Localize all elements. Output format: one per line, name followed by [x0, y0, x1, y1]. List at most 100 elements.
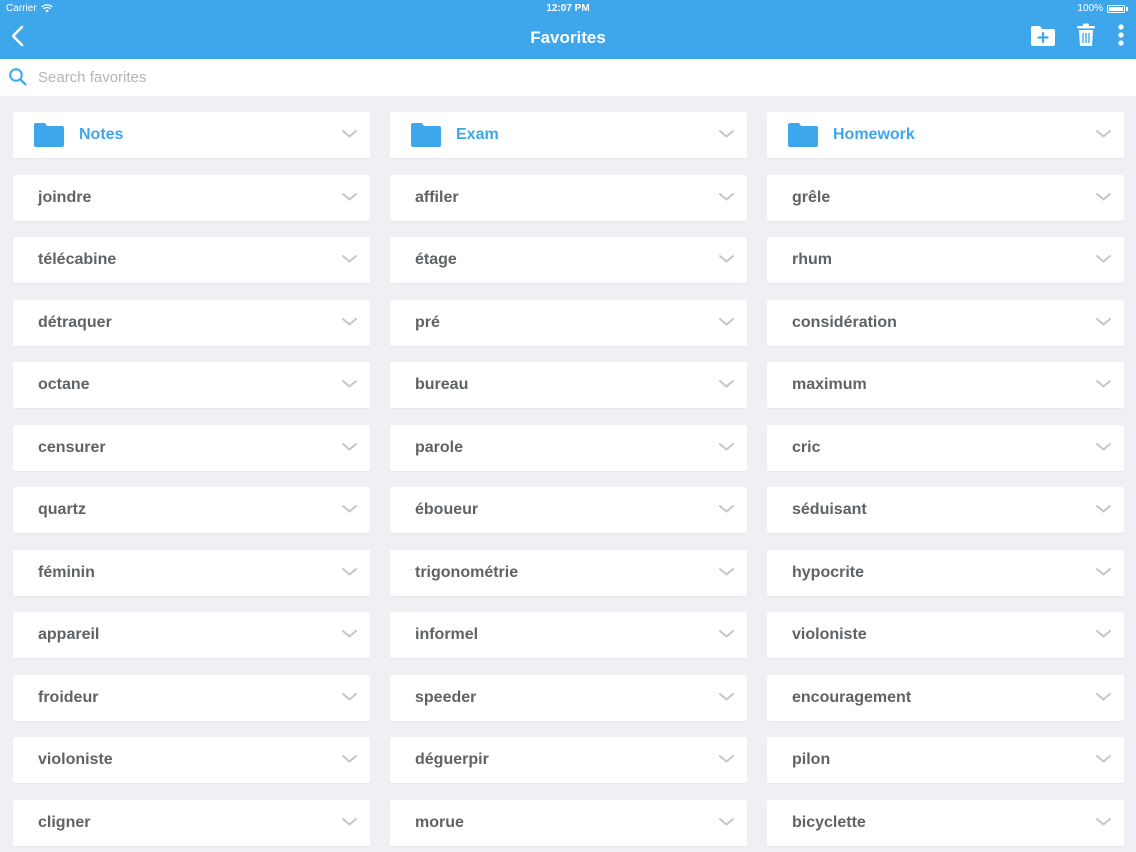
folder-exam[interactable]: Exam: [390, 112, 747, 158]
word-card[interactable]: bicyclette: [767, 799, 1124, 846]
chevron-down-icon[interactable]: [1096, 692, 1111, 702]
chevron-down-icon[interactable]: [342, 504, 357, 514]
word-label: censurer: [38, 438, 106, 456]
word-card[interactable]: froideur: [13, 674, 370, 721]
word-card[interactable]: rhum: [767, 237, 1124, 283]
chevron-down-icon[interactable]: [1096, 442, 1111, 452]
word-card[interactable]: séduisant: [767, 487, 1124, 533]
chevron-down-icon[interactable]: [719, 317, 734, 327]
word-card[interactable]: parole: [390, 424, 747, 471]
folder-homework[interactable]: Homework: [767, 112, 1124, 158]
chevron-down-icon[interactable]: [342, 317, 357, 327]
chevron-down-icon[interactable]: [719, 254, 734, 264]
word-label: cligner: [38, 813, 91, 831]
chevron-down-icon[interactable]: [719, 817, 734, 827]
search-icon: [9, 68, 27, 86]
chevron-down-icon[interactable]: [342, 567, 357, 577]
word-label: pré: [415, 313, 440, 331]
folder-label: Notes: [79, 126, 124, 143]
chevron-down-icon[interactable]: [342, 817, 357, 827]
word-card[interactable]: éboueur: [390, 487, 747, 533]
word-card[interactable]: grêle: [767, 174, 1124, 221]
word-card[interactable]: hypocrite: [767, 549, 1124, 596]
word-label: informel: [415, 626, 479, 643]
word-label: télécabine: [38, 251, 117, 268]
word-card[interactable]: informel: [390, 612, 747, 658]
folder-icon: [788, 123, 818, 147]
chevron-down-icon[interactable]: [342, 192, 357, 202]
word-card[interactable]: speeder: [390, 674, 747, 721]
chevron-down-icon[interactable]: [1096, 192, 1111, 202]
word-label: rhum: [792, 251, 832, 268]
more-options-button[interactable]: [1116, 24, 1126, 46]
word-card[interactable]: quartz: [13, 487, 370, 533]
chevron-down-icon[interactable]: [342, 129, 357, 139]
word-label: morue: [415, 813, 464, 831]
chevron-down-icon[interactable]: [719, 129, 734, 139]
chevron-down-icon[interactable]: [1096, 129, 1111, 139]
word-label: violoniste: [792, 626, 867, 643]
chevron-down-icon[interactable]: [342, 379, 357, 389]
word-label: froideur: [38, 688, 99, 706]
chevron-down-icon[interactable]: [719, 192, 734, 202]
word-card[interactable]: affiler: [390, 174, 747, 221]
chevron-down-icon[interactable]: [342, 442, 357, 452]
search-input[interactable]: [38, 65, 1118, 90]
chevron-down-icon[interactable]: [342, 754, 357, 764]
chevron-down-icon[interactable]: [1096, 567, 1111, 577]
word-card[interactable]: joindre: [13, 174, 370, 221]
folder-label: Exam: [456, 126, 499, 143]
word-card[interactable]: cligner: [13, 799, 370, 846]
word-label: bicyclette: [792, 813, 866, 831]
chevron-down-icon[interactable]: [719, 629, 734, 639]
chevron-down-icon[interactable]: [342, 692, 357, 702]
chevron-down-icon[interactable]: [1096, 317, 1111, 327]
word-label: joindre: [38, 188, 92, 206]
word-card[interactable]: violoniste: [767, 612, 1124, 658]
chevron-down-icon[interactable]: [342, 629, 357, 639]
word-label: violoniste: [38, 751, 113, 768]
word-label: trigonométrie: [415, 563, 519, 581]
chevron-down-icon[interactable]: [342, 254, 357, 264]
word-card[interactable]: morue: [390, 799, 747, 846]
word-card[interactable]: maximum: [767, 362, 1124, 408]
chevron-down-icon[interactable]: [1096, 754, 1111, 764]
chevron-down-icon[interactable]: [1096, 504, 1111, 514]
word-label: octane: [38, 376, 90, 393]
delete-button[interactable]: [1076, 23, 1096, 47]
word-card[interactable]: cric: [767, 424, 1124, 471]
word-label: maximum: [792, 376, 867, 393]
word-card[interactable]: appareil: [13, 612, 370, 658]
folder-notes[interactable]: Notes: [13, 112, 370, 158]
word-label: hypocrite: [792, 563, 865, 581]
word-card[interactable]: étage: [390, 237, 747, 283]
chevron-down-icon[interactable]: [1096, 254, 1111, 264]
word-card[interactable]: détraquer: [13, 299, 370, 346]
word-card[interactable]: trigonométrie: [390, 549, 747, 596]
word-card[interactable]: considération: [767, 299, 1124, 346]
chevron-down-icon[interactable]: [719, 442, 734, 452]
word-card[interactable]: bureau: [390, 362, 747, 408]
word-card[interactable]: pilon: [767, 737, 1124, 783]
chevron-down-icon[interactable]: [1096, 629, 1111, 639]
word-card[interactable]: violoniste: [13, 737, 370, 783]
word-label: encouragement: [792, 688, 912, 706]
word-card[interactable]: télécabine: [13, 237, 370, 283]
chevron-down-icon[interactable]: [719, 692, 734, 702]
word-card[interactable]: déguerpir: [390, 737, 747, 783]
word-card[interactable]: octane: [13, 362, 370, 408]
chevron-down-icon[interactable]: [719, 567, 734, 577]
add-folder-button[interactable]: [1030, 25, 1056, 47]
chevron-down-icon[interactable]: [719, 379, 734, 389]
chevron-down-icon[interactable]: [719, 504, 734, 514]
chevron-down-icon[interactable]: [1096, 817, 1111, 827]
word-card[interactable]: encouragement: [767, 674, 1124, 721]
word-card[interactable]: féminin: [13, 549, 370, 596]
chevron-down-icon[interactable]: [719, 754, 734, 764]
word-label: déguerpir: [415, 751, 489, 768]
word-card[interactable]: pré: [390, 299, 747, 346]
chevron-down-icon[interactable]: [1096, 379, 1111, 389]
word-label: parole: [415, 438, 464, 456]
word-card[interactable]: censurer: [13, 424, 370, 471]
trash-icon: [1077, 23, 1095, 46]
